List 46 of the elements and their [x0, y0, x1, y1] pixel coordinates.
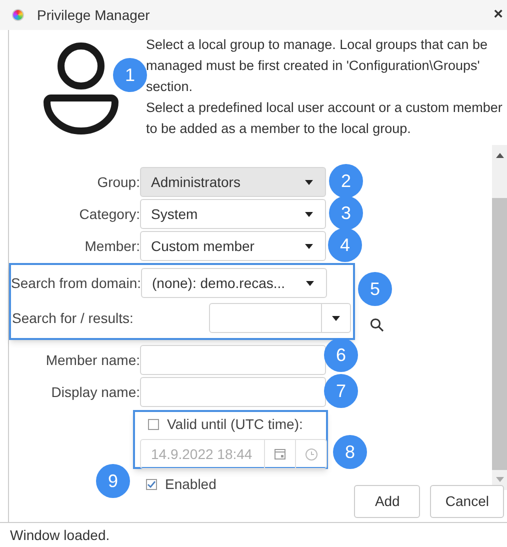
callout-badge: 2	[329, 164, 363, 198]
text-field[interactable]	[140, 377, 326, 407]
checkbox[interactable]	[146, 479, 157, 490]
field-label: Group:	[96, 172, 140, 192]
dialog-button[interactable]: Add	[354, 485, 420, 518]
field-label: Category:	[78, 204, 140, 224]
callout-badge: 4	[328, 228, 362, 262]
callout-badge: 9	[96, 464, 130, 498]
callout-badge: 3	[329, 196, 363, 230]
checkbox-label: Enabled	[165, 475, 216, 494]
window-title: Privilege Manager	[37, 6, 150, 25]
field-label: Search for / results:	[12, 308, 134, 328]
dialog-button[interactable]: Cancel	[430, 485, 504, 518]
scroll-thumb[interactable]	[492, 198, 507, 470]
callout-badge: 6	[324, 338, 358, 372]
scroll-down-icon[interactable]	[496, 477, 504, 482]
description-text: Select a local group to manage. Local groups that can be managed must be first created in 'Configuration\Groups' section.	[146, 36, 488, 96]
dropdown[interactable]: System	[140, 199, 326, 229]
callout-badge: 8	[333, 435, 367, 469]
checkbox[interactable]	[148, 419, 159, 430]
caret-icon	[306, 280, 314, 286]
app-icon	[12, 9, 24, 21]
field-label: Member:	[84, 236, 140, 256]
calendar-icon[interactable]	[274, 448, 286, 460]
close-button[interactable]: ×	[494, 7, 503, 23]
callout-badge: 7	[324, 374, 358, 408]
user-icon	[43, 42, 119, 135]
dropdown[interactable]: Custom member	[140, 231, 326, 261]
combo-field[interactable]	[209, 303, 351, 333]
search-icon[interactable]	[370, 318, 384, 332]
field-label: Search from domain:	[11, 274, 141, 293]
status-text: Window loaded.	[10, 526, 110, 544]
field-label: Display name:	[50, 382, 140, 402]
caret-icon	[305, 244, 313, 248]
caret-icon	[305, 212, 313, 216]
dropdown[interactable]: (none): demo.recas...	[141, 268, 327, 298]
description-text: Select a predefined local user account or a custom member to be added as a member to the local group.	[146, 99, 504, 138]
callout-badge: 1	[113, 58, 147, 92]
caret-icon	[305, 180, 313, 184]
field-label: Member name:	[44, 350, 140, 370]
callout-badge: 5	[358, 272, 392, 306]
text-field[interactable]	[140, 345, 326, 375]
clock-icon[interactable]	[304, 448, 318, 460]
scrollbar[interactable]	[492, 145, 507, 490]
checkbox-label: Valid until (UTC time):	[167, 415, 303, 434]
scroll-up-icon[interactable]	[496, 153, 504, 158]
